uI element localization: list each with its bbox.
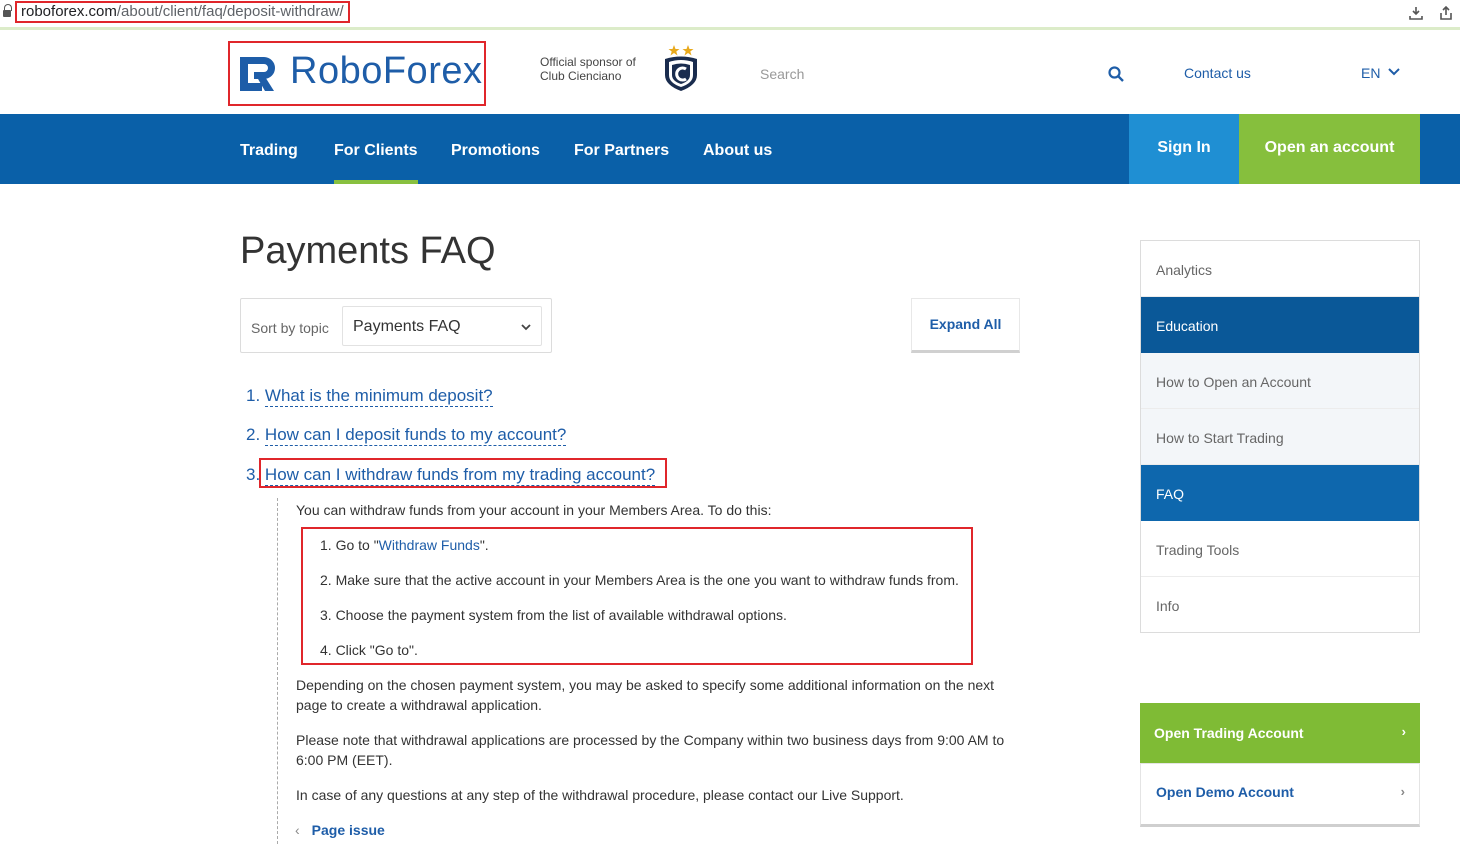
question-number: 1. — [246, 386, 261, 405]
search-icon[interactable] — [1108, 66, 1124, 82]
nav-for-clients[interactable]: For Clients — [334, 114, 418, 184]
sidebar-item-how-to-start-trading[interactable]: How to Start Trading — [1141, 409, 1419, 465]
lock-icon — [3, 4, 12, 18]
browser-address-bar[interactable]: roboforex.com/about/client/faq/deposit-w… — [0, 0, 1460, 30]
sidebar-menu: Analytics Education How to Open an Accou… — [1140, 240, 1420, 633]
open-account-button[interactable]: Open an account — [1239, 114, 1420, 184]
sidebar-item-info[interactable]: Info — [1141, 577, 1419, 633]
question-number: 2. — [246, 425, 261, 444]
open-demo-account-button[interactable]: Open Demo Account › — [1140, 763, 1420, 827]
answer-paragraph-2: Please note that withdrawal applications… — [296, 732, 1005, 768]
sidebar-item-education[interactable]: Education — [1141, 297, 1419, 353]
chevron-right-icon: › — [1401, 724, 1406, 739]
answer-paragraph-3: In case of any questions at any step of … — [296, 787, 904, 803]
open-trading-account-label: Open Trading Account — [1154, 725, 1304, 741]
language-selector[interactable]: EN — [1361, 65, 1380, 81]
step-4: 4. Click "Go to". — [320, 642, 418, 658]
faq-question-1[interactable]: 1. What is the minimum deposit? — [246, 386, 493, 407]
nav-promotions[interactable]: Promotions — [451, 114, 540, 184]
sort-label: Sort by topic — [251, 320, 329, 336]
step-1: 1. Go to "Withdraw Funds". — [320, 537, 489, 553]
url-text[interactable]: roboforex.com/about/client/faq/deposit-w… — [15, 1, 350, 23]
sidebar-item-how-to-open-account[interactable]: How to Open an Account — [1141, 353, 1419, 409]
sponsor-line-1: Official sponsor of — [540, 55, 636, 69]
step-1-prefix: 1. Go to " — [320, 537, 379, 553]
logo[interactable]: RoboForex — [228, 41, 486, 106]
url-path: /about/client/faq/deposit-withdraw/ — [116, 3, 344, 20]
contact-us-link[interactable]: Contact us — [1184, 65, 1251, 81]
logo-text: RoboForex — [290, 50, 483, 92]
step-3: 3. Choose the payment system from the li… — [320, 607, 787, 623]
roboforex-logo-icon — [240, 57, 275, 91]
expand-all-button[interactable]: Expand All — [911, 298, 1020, 353]
chevron-down-icon[interactable] — [1388, 67, 1400, 77]
sidebar-item-faq[interactable]: FAQ — [1141, 465, 1419, 521]
sidebar-item-trading-tools[interactable]: Trading Tools — [1141, 521, 1419, 577]
url-domain: roboforex.com — [21, 3, 117, 20]
nav-trading[interactable]: Trading — [240, 114, 298, 184]
club-crest-icon — [665, 45, 697, 91]
open-demo-account-label: Open Demo Account — [1156, 784, 1294, 800]
main-nav: Trading For Clients Promotions For Partn… — [0, 114, 1460, 184]
question-link[interactable]: What is the minimum deposit? — [264, 386, 493, 407]
topic-select-value: Payments FAQ — [353, 318, 461, 335]
search-input[interactable] — [752, 61, 1092, 87]
share-icon[interactable] — [1438, 5, 1454, 21]
answer-intro: You can withdraw funds from your account… — [296, 502, 772, 518]
sidebar-item-analytics[interactable]: Analytics — [1141, 241, 1419, 297]
sponsor-line-2: Club Cienciano — [540, 69, 622, 83]
page-issue-label: Page issue — [311, 822, 385, 838]
nav-about-us[interactable]: About us — [703, 114, 772, 184]
topic-select[interactable]: Payments FAQ — [342, 306, 542, 346]
open-trading-account-button[interactable]: Open Trading Account › — [1140, 703, 1420, 763]
step-2: 2. Make sure that the active account in … — [320, 572, 959, 588]
faq-question-2[interactable]: 2. How can I deposit funds to my account… — [246, 425, 567, 446]
page-title: Payments FAQ — [240, 230, 496, 272]
chevron-down-icon — [521, 324, 531, 331]
site-header: RoboForex Official sponsor of Club Cienc… — [0, 33, 1460, 114]
chevron-right-icon: › — [1400, 784, 1405, 799]
highlight-box-question — [259, 458, 667, 488]
download-icon[interactable] — [1408, 5, 1424, 21]
sign-in-button[interactable]: Sign In — [1129, 114, 1239, 184]
step-1-suffix: ". — [479, 537, 489, 553]
sort-by-topic: Sort by topic Payments FAQ — [240, 298, 552, 353]
page-issue-link[interactable]: ‹ Page issue — [295, 822, 385, 838]
nav-for-partners[interactable]: For Partners — [574, 114, 669, 184]
withdraw-funds-link[interactable]: Withdraw Funds — [379, 537, 480, 553]
answer-paragraph-1: Depending on the chosen payment system, … — [296, 677, 995, 713]
sponsor-text: Official sponsor of Club Cienciano — [540, 55, 636, 83]
chevron-left-icon: ‹ — [295, 822, 300, 838]
question-link[interactable]: How can I deposit funds to my account? — [264, 425, 567, 446]
